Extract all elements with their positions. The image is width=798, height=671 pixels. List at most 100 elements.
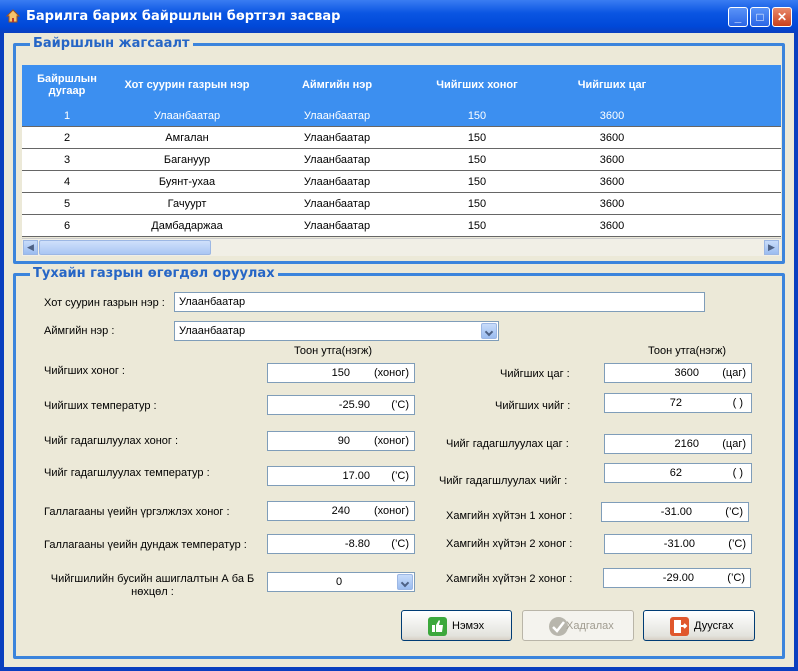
maximize-button[interactable]: □ (750, 7, 770, 27)
exit-icon (670, 617, 689, 636)
dry-days-unit: (хоног) (373, 435, 409, 447)
humid-temp-input[interactable]: -25.90 (’C) (267, 395, 415, 415)
dry-days-input[interactable]: 90 (хоног) (267, 431, 415, 451)
humid-moisture-unit: ( ) (732, 397, 743, 409)
scroll-right-button[interactable]: ▶ (764, 240, 779, 255)
city-label: Хот суурин газрын нэр : (44, 297, 165, 309)
humid-moisture-label: Чийгших чийг : (495, 400, 571, 412)
cell-number: 5 (22, 192, 112, 215)
humid-hours-label: Чийгших цаг : (500, 368, 570, 380)
chevron-left-icon: ◀ (27, 242, 34, 252)
dry-moisture-input[interactable]: 62 ( ) (604, 463, 752, 483)
humid-moisture-value: 72 (669, 397, 682, 409)
humid-days-input[interactable]: 150 (хоног) (267, 363, 415, 383)
coldest-1-input[interactable]: -31.00 (’C) (601, 502, 749, 522)
cell-province: Улаанбаатар (262, 105, 412, 127)
table-row[interactable]: 1 Улаанбаатар Улаанбаатар 150 3600 (22, 105, 781, 127)
column-header-province[interactable]: Аймгийн нэр (262, 65, 412, 105)
maximize-icon: □ (756, 10, 764, 24)
scroll-thumb[interactable] (39, 240, 211, 255)
finish-button[interactable]: Дуусгах (643, 610, 755, 641)
cell-humid-hours: 3600 (542, 126, 682, 149)
cell-humid-hours: 3600 (542, 192, 682, 215)
chevron-down-icon[interactable] (481, 323, 497, 339)
chevron-right-icon: ▶ (768, 242, 775, 252)
window-client: Байршлын жагсаалт Байршлын дугаар Хот су… (4, 33, 794, 667)
add-button-label: Нэмэх (452, 620, 485, 632)
dry-temp-label: Чийг гадагшлуулах температур : (44, 467, 210, 479)
dry-moisture-unit: ( ) (732, 467, 743, 479)
coldest-3-label: Хамгийн хүйтэн 2 хоног : (446, 573, 573, 585)
cell-empty (682, 170, 781, 193)
humid-hours-input[interactable]: 3600 (цаг) (604, 363, 752, 383)
dry-hours-label: Чийг гадагшлуулах цаг : (446, 438, 569, 450)
column-header-number[interactable]: Байршлын дугаар (22, 65, 112, 105)
save-button[interactable]: Хадгалах (522, 610, 634, 641)
scroll-left-button[interactable]: ◀ (23, 240, 38, 255)
cell-humid-days: 150 (412, 214, 542, 237)
dry-days-value: 90 (337, 435, 350, 447)
coldest-2-value: -31.00 (663, 538, 695, 550)
condition-label-line2: нөхцөл : (131, 586, 174, 598)
cell-city: Багануур (112, 148, 262, 171)
coldest-2-input[interactable]: -31.00 (’C) (604, 534, 752, 554)
city-input[interactable]: Улаанбаатар (174, 292, 705, 312)
add-button[interactable]: Нэмэх (401, 610, 512, 641)
title-bar[interactable]: Барилга барих байршлын бөртгэл засвар _ … (0, 0, 798, 33)
heating-days-label: Галлагааны үеийн үргэлжлэх хоног : (44, 506, 230, 518)
table-row[interactable]: 6 Дамбадаржаа Улаанбаатар 150 3600 (22, 214, 781, 237)
coldest-1-label: Хамгийн хүйтэн 1 хоног : (446, 510, 573, 522)
coldest-1-value: -31.00 (660, 506, 692, 518)
column-header-city[interactable]: Хот суурин газрын нэр (112, 65, 262, 105)
cell-city: Амгалан (112, 126, 262, 149)
cell-humid-hours: 3600 (542, 148, 682, 171)
table-row[interactable]: 4 Буянт-ухаа Улаанбаатар 150 3600 (22, 170, 781, 193)
minimize-icon: _ (734, 10, 742, 24)
dry-moisture-label: Чийг гадагшлуулах чийг : (439, 475, 568, 487)
coldest-2-unit: (’C) (728, 538, 746, 550)
location-grid[interactable]: Байршлын дугаар Хот суурин газрын нэр Ай… (22, 65, 781, 237)
dry-temp-value: 17.00 (342, 470, 370, 482)
dry-hours-input[interactable]: 2160 (цаг) (604, 434, 752, 454)
cell-province: Улаанбаатар (262, 192, 412, 215)
column-header-empty (682, 65, 781, 105)
humid-hours-value: 3600 (674, 367, 699, 379)
home-icon (6, 9, 20, 23)
heating-temp-input[interactable]: -8.80 (’C) (267, 534, 415, 554)
heating-days-input[interactable]: 240 (хоног) (267, 501, 415, 521)
humid-moisture-input[interactable]: 72 ( ) (604, 393, 752, 413)
dry-temp-input[interactable]: 17.00 (’C) (267, 466, 415, 486)
cell-city: Улаанбаатар (112, 105, 262, 127)
column-header-humid-days[interactable]: Чийгших хоног (412, 65, 542, 105)
cell-province: Улаанбаатар (262, 126, 412, 149)
cell-humid-days: 150 (412, 192, 542, 215)
column-header-humid-hours[interactable]: Чийгших цаг (542, 65, 682, 105)
dry-temp-unit: (’C) (391, 470, 409, 482)
location-list-legend: Байршлын жагсаалт (30, 36, 193, 51)
cell-humid-hours: 3600 (542, 214, 682, 237)
table-row[interactable]: 2 Амгалан Улаанбаатар 150 3600 (22, 126, 781, 149)
condition-label-line1: Чийгшилийн бусийн ашиглалтын А ба Б (50, 573, 255, 585)
coldest-1-unit: (’C) (725, 506, 743, 518)
heating-temp-value: -8.80 (344, 538, 370, 550)
window-title: Барилга барих байршлын бөртгэл засвар (26, 9, 341, 24)
input-legend: Тухайн газрын өгөгдөл оруулах (30, 266, 278, 281)
coldest-3-input[interactable]: -29.00 (’C) (603, 568, 751, 588)
grid-horizontal-scrollbar[interactable]: ◀ ▶ (22, 238, 781, 256)
cell-empty (682, 126, 781, 149)
humid-days-label: Чийгших хоног : (44, 365, 125, 377)
province-select[interactable]: Улаанбаатар (174, 321, 499, 341)
dry-days-label: Чийг гадагшлуулах хоног : (44, 435, 179, 447)
minimize-button[interactable]: _ (728, 7, 748, 27)
cell-empty (682, 148, 781, 171)
condition-select[interactable]: 0 (267, 572, 415, 592)
table-row[interactable]: 3 Багануур Улаанбаатар 150 3600 (22, 148, 781, 171)
chevron-down-icon[interactable] (397, 574, 413, 590)
humid-days-value: 150 (331, 367, 350, 379)
table-row[interactable]: 5 Гачуурт Улаанбаатар 150 3600 (22, 192, 781, 215)
dry-hours-value: 2160 (674, 438, 699, 450)
grid-header-row: Байршлын дугаар Хот суурин газрын нэр Ай… (22, 65, 781, 105)
close-button[interactable]: ✕ (772, 7, 792, 27)
humid-temp-unit: (’C) (391, 399, 409, 411)
cell-humid-days: 150 (412, 126, 542, 149)
